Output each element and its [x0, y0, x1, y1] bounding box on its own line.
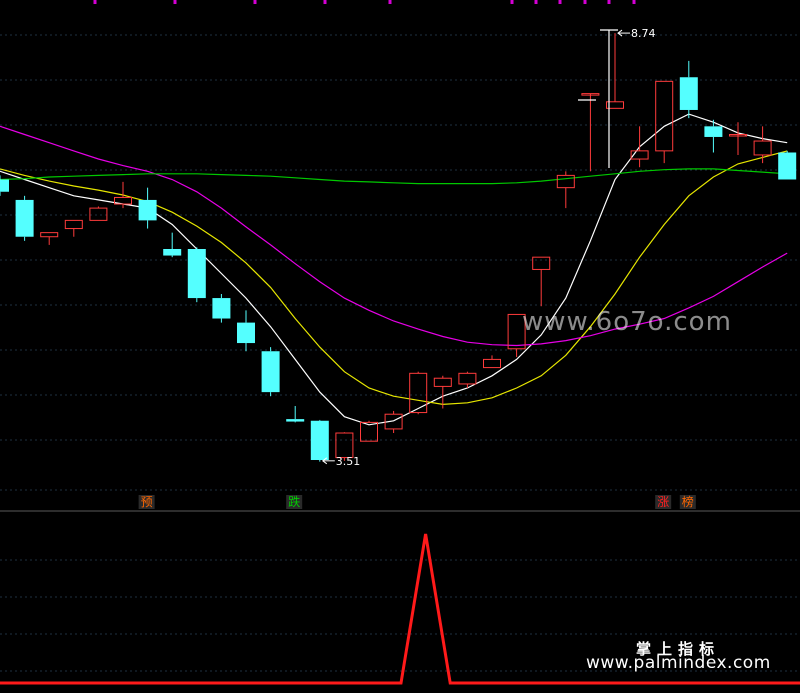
candle: [655, 80, 674, 164]
signal-tag-label: 跌: [288, 494, 300, 509]
candle-body: [753, 140, 772, 156]
marker-tick: [632, 0, 636, 4]
candle: [261, 347, 280, 397]
candle-body: [89, 207, 108, 221]
candle-body: [458, 372, 477, 385]
candle-body: [556, 174, 575, 189]
candle-body: [409, 372, 428, 414]
candle-body: [310, 420, 329, 461]
marker-tick: [607, 0, 611, 4]
candle-body: [163, 249, 182, 256]
candle: [138, 187, 157, 229]
grid: [0, 34, 800, 672]
candle-body: [40, 232, 59, 238]
chart-canvas: 8.74 3.51 预 跌 涨榜: [0, 0, 800, 685]
marker-tick: [323, 0, 327, 4]
candle: [187, 247, 206, 303]
marker-tick: [253, 0, 257, 4]
candle-body: [655, 80, 674, 152]
candle: [679, 60, 698, 119]
watermark-site: www.6o7o.com: [522, 307, 732, 337]
annotation-label: 8.74: [631, 27, 656, 40]
signal-tags: 预 跌 涨榜: [138, 494, 696, 509]
candle: [753, 126, 772, 164]
candle-body: [778, 152, 797, 180]
annotation-label: 3.51: [336, 455, 361, 468]
signal-tag-label: 预: [141, 495, 153, 509]
candle: [532, 256, 551, 307]
candle-body: [187, 249, 206, 299]
candle-body: [0, 179, 9, 192]
candle: [15, 195, 34, 241]
candle: [89, 206, 108, 221]
candle: [556, 171, 575, 209]
marker-tick: [558, 0, 562, 4]
candle: [630, 126, 649, 168]
candle: [0, 175, 9, 196]
top-marker-row: [93, 0, 636, 4]
candle-body: [483, 358, 501, 369]
moving-average-line: [0, 168, 788, 185]
moving-average-line: [0, 150, 788, 406]
candle-body: [64, 219, 83, 230]
signal-tag: 涨: [655, 494, 672, 509]
price-annotation: 8.74: [617, 27, 656, 40]
moving-average-lines: [0, 113, 788, 426]
candle: [409, 371, 428, 415]
candle: [778, 150, 797, 180]
signal-tag-label: 榜: [682, 494, 694, 509]
candle: [114, 181, 132, 209]
marker-tick: [510, 0, 514, 4]
candle-body: [237, 322, 255, 344]
candlestick-chart: 8.74 3.51 预跌涨榜 www.6o7o.com 掌上指标 www.palm…: [0, 0, 800, 689]
candle: [163, 232, 182, 258]
candle-body: [532, 256, 551, 270]
candle-body: [433, 377, 452, 387]
candle: [237, 310, 255, 352]
marker-tick: [534, 0, 538, 4]
marker-tick: [173, 0, 177, 4]
candle-body: [138, 199, 157, 221]
candle: [64, 219, 83, 237]
candle: [483, 355, 501, 369]
candle-body: [286, 419, 305, 422]
marker-tick: [583, 0, 587, 4]
candle: [310, 419, 329, 462]
candle-body: [15, 199, 34, 237]
signal-tag: 榜: [679, 494, 696, 509]
candle-body: [212, 298, 231, 319]
candle-body: [704, 126, 723, 137]
watermark-brand-url: www.palmindex.com: [586, 653, 771, 673]
candle: [286, 406, 305, 423]
candle: [581, 93, 600, 172]
signal-tag: 跌: [286, 494, 303, 509]
candle-body: [261, 351, 280, 393]
candle: [40, 232, 59, 245]
candle-body: [679, 77, 698, 110]
marker-tick: [388, 0, 392, 4]
signal-tag-label: 涨: [657, 494, 669, 509]
moving-average-line: [0, 113, 788, 426]
price-annotations: 8.74 3.51: [321, 27, 656, 468]
signal-tag: 预: [138, 495, 155, 509]
candle: [212, 293, 231, 323]
candle: [729, 122, 747, 155]
marker-tick: [93, 0, 97, 4]
